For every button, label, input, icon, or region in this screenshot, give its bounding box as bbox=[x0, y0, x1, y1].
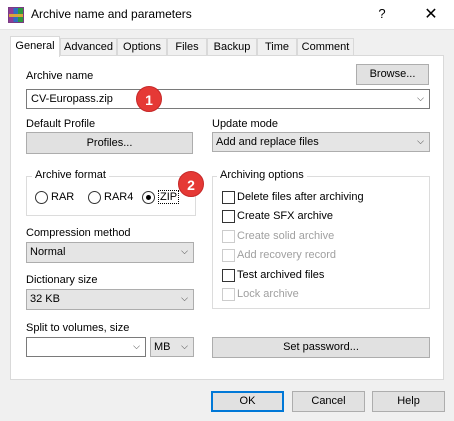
checkbox-test-files-label: Test archived files bbox=[237, 269, 325, 281]
split-unit-value: MB bbox=[154, 341, 171, 353]
checkbox-delete-files-label: Delete files after archiving bbox=[237, 191, 364, 203]
tab-advanced[interactable]: Advanced bbox=[60, 38, 117, 56]
archive-name-label: Archive name bbox=[26, 70, 94, 82]
update-mode-value: Add and replace files bbox=[216, 136, 319, 148]
default-profile-label: Default Profile bbox=[26, 118, 96, 130]
split-volumes-input[interactable]: ⌵ bbox=[26, 337, 146, 357]
set-password-button[interactable]: Set password... bbox=[212, 337, 430, 358]
compression-method-value: Normal bbox=[30, 246, 66, 258]
checkbox-create-sfx-label: Create SFX archive bbox=[237, 210, 333, 222]
chevron-down-icon: ⌵ bbox=[417, 136, 424, 146]
help-button[interactable]: Help bbox=[372, 391, 445, 412]
tab-options[interactable]: Options bbox=[117, 38, 167, 56]
compression-method-label: Compression method bbox=[26, 227, 131, 239]
tab-time[interactable]: Time bbox=[257, 38, 297, 56]
split-volumes-label: Split to volumes, size bbox=[26, 322, 130, 334]
radio-zip[interactable] bbox=[142, 191, 155, 204]
chevron-down-icon[interactable]: ⌵ bbox=[133, 341, 140, 352]
archive-format-label: Archive format bbox=[32, 169, 109, 181]
tab-general[interactable]: General bbox=[10, 36, 60, 57]
radio-zip-label: ZIP bbox=[158, 190, 180, 204]
dictionary-size-label: Dictionary size bbox=[26, 274, 98, 286]
archiving-options-label: Archiving options bbox=[217, 169, 307, 181]
window-title: Archive name and parameters bbox=[31, 7, 192, 21]
chevron-down-icon: ⌵ bbox=[181, 246, 188, 256]
checkbox-recovery-record-label: Add recovery record bbox=[237, 249, 337, 261]
checkbox-create-sfx[interactable] bbox=[222, 210, 235, 223]
dictionary-size-value: 32 KB bbox=[30, 293, 60, 305]
checkbox-create-solid[interactable] bbox=[222, 230, 235, 243]
close-icon[interactable]: ✕ bbox=[419, 4, 443, 26]
compression-method-select[interactable]: Normal ⌵ bbox=[26, 242, 194, 263]
radio-rar[interactable] bbox=[35, 191, 48, 204]
radio-rar4[interactable] bbox=[88, 191, 101, 204]
winrar-icon bbox=[8, 7, 24, 23]
checkbox-lock-archive-label: Lock archive bbox=[237, 288, 299, 300]
checkbox-test-files[interactable] bbox=[222, 269, 235, 282]
title-bar: Archive name and parameters ? ✕ bbox=[0, 0, 454, 30]
archive-name-value: CV-Europass.zip bbox=[31, 93, 113, 105]
annotation-badge-1: 1 bbox=[136, 86, 162, 112]
checkbox-lock-archive[interactable] bbox=[222, 288, 235, 301]
checkbox-create-solid-label: Create solid archive bbox=[237, 230, 335, 242]
browse-button[interactable]: Browse... bbox=[356, 64, 429, 85]
help-title-button[interactable]: ? bbox=[372, 6, 392, 24]
chevron-down-icon: ⌵ bbox=[181, 293, 188, 303]
checkbox-delete-files[interactable] bbox=[222, 191, 235, 204]
tab-comment[interactable]: Comment bbox=[297, 38, 354, 56]
tab-backup[interactable]: Backup bbox=[207, 38, 257, 56]
tab-files[interactable]: Files bbox=[167, 38, 207, 56]
profiles-button[interactable]: Profiles... bbox=[26, 132, 193, 154]
archive-name-input[interactable]: CV-Europass.zip ⌵ bbox=[26, 89, 430, 109]
checkbox-recovery-record[interactable] bbox=[222, 249, 235, 262]
annotation-badge-2: 2 bbox=[178, 171, 204, 197]
split-unit-select[interactable]: MB ⌵ bbox=[150, 337, 194, 357]
dictionary-size-select[interactable]: 32 KB ⌵ bbox=[26, 289, 194, 310]
update-mode-select[interactable]: Add and replace files ⌵ bbox=[212, 132, 430, 152]
chevron-down-icon: ⌵ bbox=[181, 341, 188, 351]
chevron-down-icon[interactable]: ⌵ bbox=[417, 93, 424, 104]
radio-rar4-label: RAR4 bbox=[104, 191, 134, 203]
update-mode-label: Update mode bbox=[212, 118, 279, 130]
radio-rar-label: RAR bbox=[51, 191, 75, 203]
ok-button[interactable]: OK bbox=[211, 391, 284, 412]
cancel-button[interactable]: Cancel bbox=[292, 391, 365, 412]
